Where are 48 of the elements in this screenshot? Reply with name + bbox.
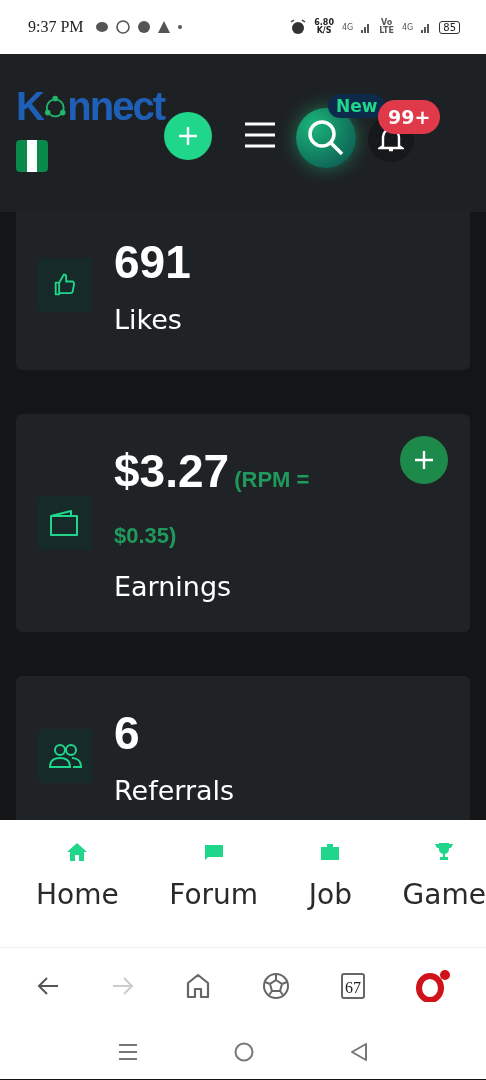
nav-tab[interactable]: Forum — [169, 840, 259, 947]
notification-count: 99+ — [378, 100, 441, 134]
stat-value: 6 — [114, 706, 141, 761]
stat-value: 691 — [114, 235, 192, 290]
logo-text: nnect — [67, 84, 164, 128]
trophy-icon — [434, 842, 455, 862]
plus-icon — [413, 449, 435, 471]
signal-icon — [421, 21, 432, 33]
signal-icon — [361, 21, 372, 33]
nav-tab[interactable]: Job — [308, 840, 352, 947]
back-button[interactable] — [35, 976, 60, 996]
network-type: 4G — [401, 22, 414, 32]
briefcase-icon — [320, 843, 341, 861]
network-speed: 6.80 K/S — [314, 19, 334, 35]
status-time: 9:37 PM — [28, 18, 84, 36]
stat-label: Referrals — [114, 774, 236, 808]
battery-level: 85 — [439, 20, 460, 34]
message-icon — [95, 21, 108, 33]
people-icon — [48, 743, 82, 769]
add-button[interactable] — [400, 436, 448, 484]
stat-label: Likes — [114, 303, 183, 337]
stat-value: $3.27(RPM = $0.35) — [114, 444, 311, 550]
home-nav-button[interactable] — [234, 1041, 254, 1062]
logo-text: K — [16, 84, 43, 128]
network-type: 4G — [341, 22, 354, 32]
home-button[interactable] — [186, 973, 211, 999]
chat-icon — [115, 20, 130, 34]
flag-icon — [16, 140, 48, 172]
menu-button[interactable] — [244, 122, 276, 151]
recent-apps-button[interactable] — [118, 1042, 138, 1061]
new-badge: New — [328, 94, 386, 118]
add-button[interactable] — [164, 112, 212, 160]
soccer-ball-button[interactable] — [261, 972, 290, 1000]
menu-icon — [244, 122, 276, 148]
warning-icon — [157, 21, 170, 33]
volte-label: Vo LTE — [379, 19, 394, 35]
search-icon — [306, 118, 346, 158]
chat-icon — [203, 844, 224, 860]
tabs-button[interactable]: 67 — [340, 973, 365, 999]
alarm-icon — [290, 19, 307, 35]
dot-icon — [177, 25, 182, 29]
stat-label: Earnings — [114, 570, 233, 604]
plus-icon — [177, 125, 199, 147]
nav-tab[interactable]: Game — [402, 840, 486, 947]
app-icon — [137, 21, 150, 33]
nav-tab[interactable]: Home — [36, 840, 119, 947]
back-nav-button[interactable] — [350, 1041, 368, 1062]
home-icon — [66, 842, 89, 862]
